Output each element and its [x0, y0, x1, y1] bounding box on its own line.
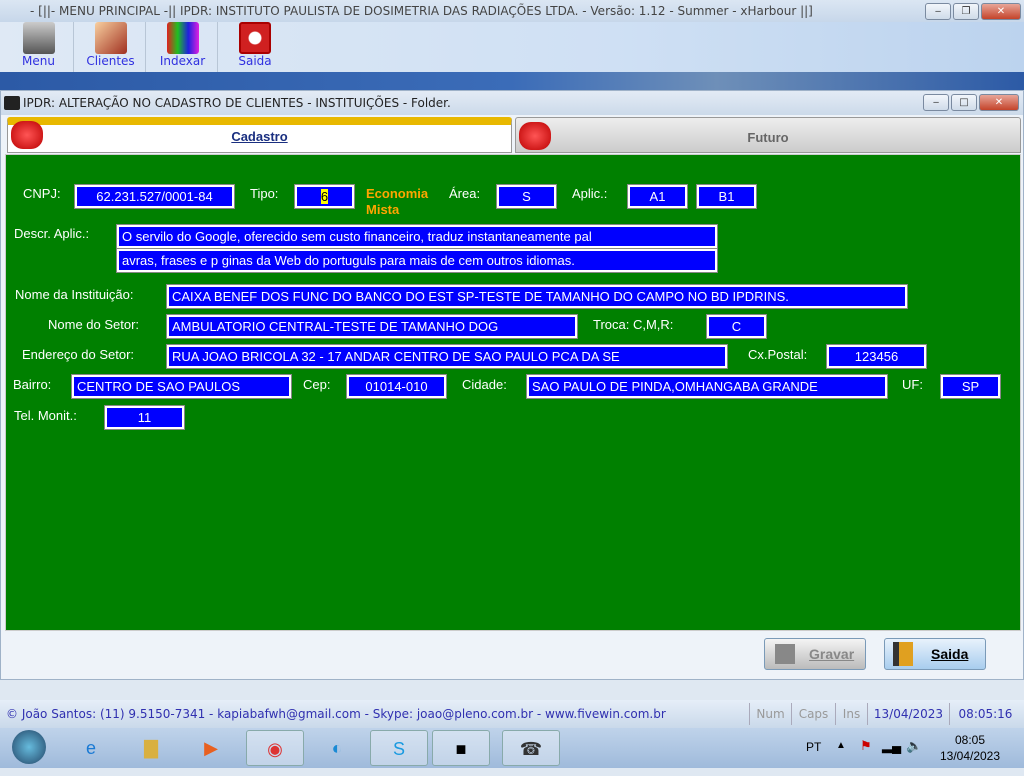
app-icon	[4, 96, 20, 110]
language-indicator[interactable]: PT	[806, 740, 821, 754]
media-player-icon[interactable]: ▶	[182, 730, 240, 766]
status-time: 08:05:16	[949, 703, 1021, 725]
desktop-wallpaper	[0, 72, 1024, 90]
volume-icon[interactable]: 🔈	[906, 738, 922, 754]
aplic2-field[interactable]: B1	[696, 184, 757, 209]
close-button[interactable]: ✕	[981, 3, 1021, 20]
app-title: - [||- MENU PRINCIPAL -|| IPDR: INSTITUT…	[30, 4, 813, 18]
status-text: © João Santos: (11) 9.5150-7341 - kapiab…	[6, 707, 666, 721]
status-bar: © João Santos: (11) 9.5150-7341 - kapiab…	[0, 700, 1024, 728]
face-icon	[94, 22, 127, 54]
cep-field[interactable]: 01014-010	[346, 374, 447, 399]
troca-label: Troca: C,M,R:	[593, 317, 674, 332]
form-panel: CNPJ: 62.231.527/0001-84 Tipo: 6 Economi…	[5, 154, 1021, 631]
tipo-label: Tipo:	[250, 186, 279, 201]
minimize-button[interactable]: ‒	[925, 3, 951, 20]
child-title: IPDR: ALTERAÇÃO NO CADASTRO DE CLIENTES …	[23, 96, 451, 110]
toolbar-saida-button[interactable]: Saida	[220, 22, 290, 72]
saida-button[interactable]: Saida	[884, 638, 986, 670]
child-window: IPDR: ALTERAÇÃO NO CADASTRO DE CLIENTES …	[0, 90, 1024, 680]
child-close-button[interactable]: ✕	[979, 94, 1019, 111]
system-clock[interactable]: 08:05 13/04/2023	[930, 732, 1010, 764]
gravar-button[interactable]: Gravar	[764, 638, 866, 670]
toolbar-clientes-button[interactable]: Clientes	[76, 22, 146, 72]
uf-label: UF:	[902, 377, 923, 392]
telephone-app-icon[interactable]: ☎	[502, 730, 560, 766]
cidade-label: Cidade:	[462, 377, 507, 392]
window-controls: ‒ ❐ ✕	[925, 3, 1021, 20]
nome-field[interactable]: CAIXA BENEF DOS FUNC DO BANCO DO EST SP-…	[166, 284, 908, 309]
setor-label: Nome do Setor:	[48, 317, 140, 332]
aplic-label: Aplic.:	[572, 186, 608, 201]
aplic1-field[interactable]: A1	[627, 184, 688, 209]
laptop-icon	[22, 22, 55, 54]
descr-line1-field[interactable]: O servilo do Google, oferecido sem custo…	[116, 224, 718, 249]
taskbar: e ▇ ▶ ◉ ◐ S ■ ☎ PT ▲ ⚑ ▂▄ 🔈 08:05 13/04/…	[0, 728, 1024, 768]
nome-label: Nome da Instituição:	[15, 287, 134, 302]
books-icon	[166, 22, 199, 54]
area-label: Área:	[449, 186, 481, 201]
caps-indicator: Caps	[791, 703, 835, 725]
internet-explorer-icon[interactable]: e	[62, 730, 120, 766]
tab-futuro[interactable]: Futuro	[515, 117, 1021, 153]
main-toolbar: Menu Clientes Indexar Saida	[0, 22, 1024, 72]
cep-label: Cep:	[303, 377, 331, 392]
tel-label: Tel. Monit.:	[14, 408, 77, 423]
tipo-description: Economia Mista	[366, 186, 429, 217]
tel-field[interactable]: 11	[104, 405, 185, 430]
toolbar-menu-button[interactable]: Menu	[4, 22, 74, 72]
area-field[interactable]: S	[496, 184, 557, 209]
uf-field[interactable]: SP	[940, 374, 1001, 399]
tipo-field[interactable]: 6	[294, 184, 355, 209]
chrome-icon[interactable]: ◉	[246, 730, 304, 766]
status-date: 13/04/2023	[867, 703, 949, 725]
endereco-field[interactable]: RUA JOAO BRICOLA 32 - 17 ANDAR CENTRO DE…	[166, 344, 728, 369]
ins-indicator: Ins	[835, 703, 867, 725]
show-hidden-icons-icon[interactable]: ▲	[836, 740, 846, 751]
maximize-button[interactable]: ❐	[953, 3, 979, 20]
network-signal-icon[interactable]: ▂▄	[882, 738, 901, 754]
cnpj-field[interactable]: 62.231.527/0001-84	[74, 184, 235, 209]
child-window-controls: ‒ □ ✕	[923, 94, 1019, 111]
descr-line2-field[interactable]: avras, frases e p ginas da Web do portug…	[116, 248, 718, 273]
child-title-bar: IPDR: ALTERAÇÃO NO CADASTRO DE CLIENTES …	[1, 91, 1023, 115]
command-prompt-icon[interactable]: ■	[432, 730, 490, 766]
start-button[interactable]	[0, 730, 58, 766]
windows-logo-icon	[12, 730, 46, 764]
app-title-bar: - [||- MENU PRINCIPAL -|| IPDR: INSTITUT…	[0, 0, 1024, 22]
cxpostal-field[interactable]: 123456	[826, 344, 927, 369]
tab-cadastro[interactable]: Cadastro	[7, 117, 512, 153]
file-explorer-icon[interactable]: ▇	[122, 730, 180, 766]
exit-door-icon	[893, 642, 913, 666]
setor-field[interactable]: AMBULATORIO CENTRAL-TESTE DE TAMANHO DOG	[166, 314, 578, 339]
child-maximize-button[interactable]: □	[951, 94, 977, 111]
cidade-field[interactable]: SAO PAULO DE PINDA,OMHANGABA GRANDE	[526, 374, 888, 399]
skype-icon[interactable]: S	[370, 730, 428, 766]
edge-icon[interactable]: ◐	[308, 730, 366, 766]
action-center-flag-icon[interactable]: ⚑	[860, 738, 872, 754]
num-indicator: Num	[749, 703, 791, 725]
bairro-label: Bairro:	[13, 377, 52, 392]
child-minimize-button[interactable]: ‒	[923, 94, 949, 111]
floppy-disk-icon	[775, 644, 795, 664]
cnpj-label: CNPJ:	[23, 186, 61, 201]
troca-field[interactable]: C	[706, 314, 767, 339]
power-icon	[239, 22, 271, 54]
toolbar-indexar-button[interactable]: Indexar	[148, 22, 218, 72]
cxpostal-label: Cx.Postal:	[748, 347, 808, 362]
bairro-field[interactable]: CENTRO DE SAO PAULOS	[71, 374, 292, 399]
endereco-label: Endereço do Setor:	[22, 347, 135, 362]
descr-label: Descr. Aplic.:	[14, 226, 90, 241]
